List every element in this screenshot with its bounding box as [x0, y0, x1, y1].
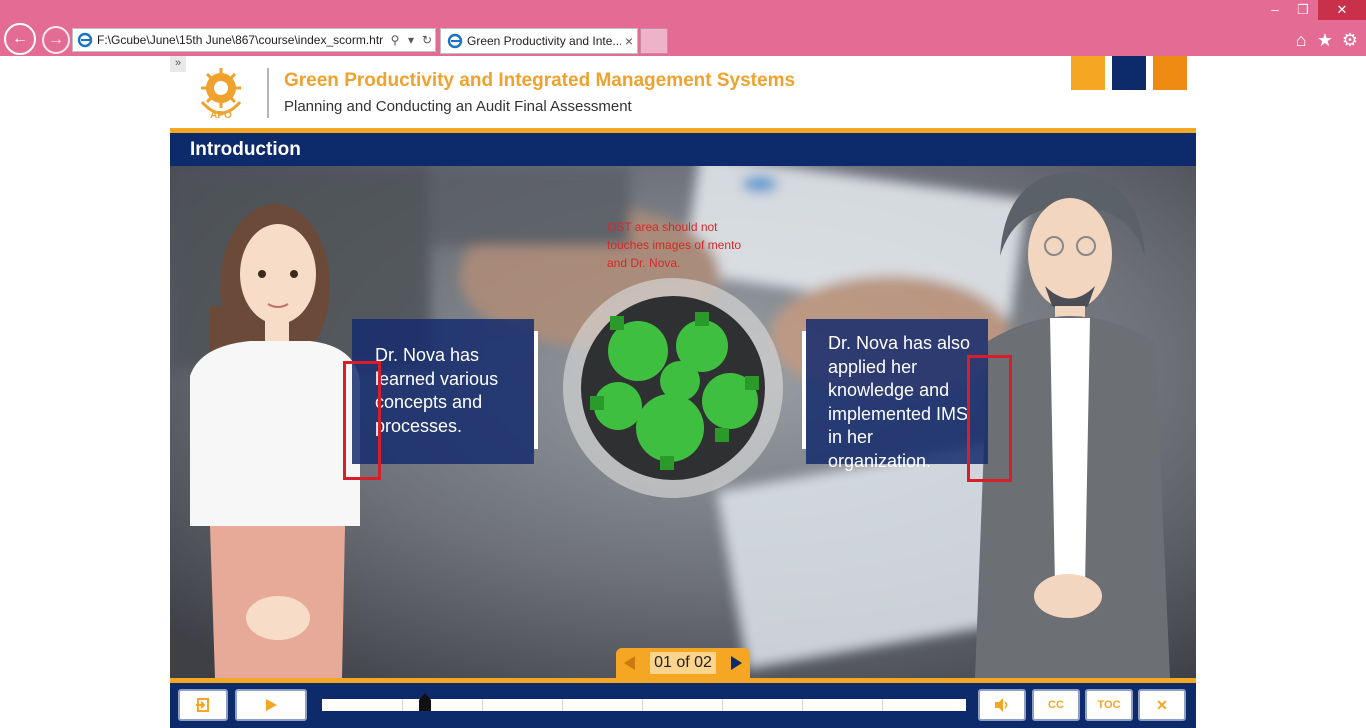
player-controls: CC TOC ✕	[170, 683, 1196, 728]
browser-tab[interactable]: Green Productivity and Inte... ×	[440, 28, 638, 54]
back-arrow-icon: ←	[12, 30, 28, 47]
bubble-left-accent	[534, 331, 538, 449]
brand-square-orange	[1071, 56, 1105, 90]
progress-knob[interactable]	[419, 693, 432, 711]
dropdown-icon[interactable]: ▾	[403, 33, 419, 47]
ie-tab-icon	[447, 33, 463, 49]
forward-arrow-icon: →	[48, 31, 64, 48]
slide-title-bar: Introduction	[170, 133, 1196, 166]
settings-gear-icon[interactable]: ⚙	[1339, 29, 1361, 51]
tab-title: Green Productivity and Inte...	[467, 34, 621, 48]
review-highlight-right	[967, 355, 1012, 482]
toc-button[interactable]: TOC	[1085, 689, 1133, 721]
address-url[interactable]: F:\Gcube\June\15th June\867\course\index…	[97, 33, 387, 47]
play-icon	[266, 699, 277, 711]
course-title: Green Productivity and Integrated Manage…	[284, 70, 796, 91]
tab-close-icon[interactable]: ×	[621, 33, 637, 49]
collapse-toggle[interactable]: »	[170, 56, 186, 72]
close-window-button[interactable]: ✕	[1318, 0, 1366, 20]
next-slide-icon[interactable]	[730, 656, 742, 670]
bubble-right-accent	[802, 331, 806, 449]
track-segment	[642, 699, 643, 711]
track-segment	[722, 699, 723, 711]
minimize-button[interactable]: –	[1262, 0, 1288, 20]
refresh-icon[interactable]: ↻	[419, 33, 435, 47]
favorites-star-icon[interactable]: ★	[1314, 29, 1336, 51]
review-highlight-left	[343, 361, 381, 480]
exit-icon	[196, 698, 209, 712]
close-course-button[interactable]: ✕	[1138, 689, 1186, 721]
track-segment	[802, 699, 803, 711]
ost-bubble-right: Dr. Nova has also applied her knowledge …	[806, 319, 988, 471]
browser-chrome: ← → F:\Gcube\June\15th June\867\course\i…	[0, 0, 1366, 56]
apo-logo: APO	[200, 68, 242, 120]
address-bar[interactable]: F:\Gcube\June\15th June\867\course\index…	[72, 28, 436, 52]
logo-divider	[267, 68, 269, 118]
previous-slide-icon[interactable]	[624, 656, 635, 670]
audio-button[interactable]	[978, 689, 1026, 721]
brand-square-navy	[1112, 56, 1146, 90]
forward-button[interactable]: →	[42, 26, 70, 54]
course-subtitle: Planning and Conducting an Audit Final A…	[284, 98, 632, 115]
track-segment	[482, 699, 483, 711]
track-segment	[562, 699, 563, 711]
home-icon[interactable]: ⌂	[1290, 29, 1312, 51]
slide-title: Introduction	[190, 139, 301, 160]
new-tab-button[interactable]	[640, 28, 668, 54]
slide-stage: OST area should not touches images of me…	[170, 166, 1196, 678]
review-note: OST area should not touches images of me…	[607, 220, 742, 270]
slide-pager: 01 of 02	[616, 648, 750, 678]
cc-button[interactable]: CC	[1032, 689, 1080, 721]
track-segment	[402, 699, 403, 711]
ie-icon	[77, 32, 93, 48]
search-icon[interactable]: ⚲	[387, 33, 403, 47]
svg-text:APO: APO	[210, 110, 232, 120]
play-button[interactable]	[235, 689, 307, 721]
back-button[interactable]: ←	[4, 23, 36, 55]
brand-square-amber	[1153, 56, 1187, 90]
track-segment	[882, 699, 883, 711]
audio-icon	[995, 698, 1008, 712]
page-counter: 01 of 02	[650, 652, 716, 674]
exit-button[interactable]	[178, 689, 228, 721]
restore-button[interactable]: ❐	[1290, 0, 1316, 20]
